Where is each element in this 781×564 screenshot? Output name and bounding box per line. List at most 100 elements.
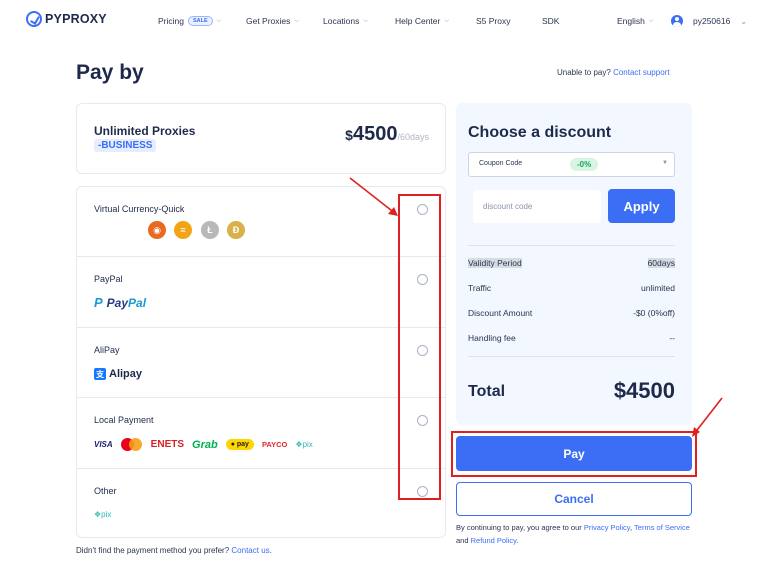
radio-column-highlight-box: [398, 194, 441, 500]
alipay-logo: 支 Alipay: [94, 368, 142, 380]
nav-item-sdk[interactable]: SDK: [542, 16, 559, 26]
grab-logo: Grab: [192, 438, 218, 451]
method-label: Local Payment: [94, 415, 154, 425]
pay-button-highlight-box: [451, 431, 697, 477]
enets-logo: ENETS: [150, 439, 185, 450]
nav-item-get-proxies[interactable]: Get Proxies ⌵: [246, 16, 299, 26]
nav-item-label: Get Proxies: [246, 16, 291, 26]
local-payment-logos: VISA ENETS Grab ● pay PAYCO ❖pix: [94, 438, 313, 451]
help-note-text: Didn't find the payment method you prefe…: [76, 546, 230, 555]
nav-item-label: S5 Proxy: [476, 16, 511, 26]
divider: [468, 245, 675, 246]
method-label: AliPay: [94, 345, 120, 355]
payment-method-other[interactable]: Other ❖pix: [77, 469, 445, 537]
method-label: Other: [94, 486, 117, 496]
chevron-down-icon: ⌵: [363, 17, 368, 24]
chevron-down-icon: ▼: [662, 160, 668, 166]
terms-comma: ,: [630, 523, 633, 532]
discount-panel: Choose a discount Coupon Code -0% ▼ Appl…: [456, 103, 692, 425]
chevron-down-icon: ⌄: [740, 16, 748, 26]
pix-logo: ❖pix: [295, 440, 313, 449]
payment-method-help-note: Didn't find the payment method you prefe…: [76, 546, 272, 555]
terms-prefix: By continuing to pay, you agree to our: [456, 523, 582, 532]
contact-us-link[interactable]: Contact us: [231, 546, 269, 555]
privacy-policy-link[interactable]: Privacy Policy: [584, 523, 630, 532]
chevron-down-icon: ⌵: [444, 17, 449, 24]
coupon-discount-badge: -0%: [570, 158, 599, 171]
chevron-down-icon: ⌵: [294, 17, 299, 24]
coupon-label: Coupon Code: [479, 160, 523, 167]
price-currency: $: [345, 127, 353, 143]
brand-logo[interactable]: PYPROXY: [26, 11, 107, 27]
product-summary-card: Unlimited Proxies -BUSINESS $ 4500 /60da…: [76, 103, 446, 174]
gpay-logo: ● pay: [225, 439, 254, 450]
nav-item-label: Locations: [323, 16, 360, 26]
paypal-icon: P: [94, 295, 103, 310]
annotation-arrow-line-2: [693, 397, 723, 435]
nav-item-label: SDK: [542, 16, 560, 26]
discount-amount-value: -$0 (0%off): [633, 308, 675, 318]
visa-logo: VISA: [94, 440, 113, 449]
language-label: English: [617, 16, 645, 26]
method-label: PayPal: [94, 274, 123, 284]
unable-to-pay-note: Unable to pay? Contact support: [557, 68, 670, 77]
payment-methods-list: Virtual Currency-Quick ◉ ≡ Ł Ð PayPal P …: [76, 186, 446, 538]
paypal-logo: P Pay Pal: [94, 295, 146, 310]
chevron-down-icon: ⌵: [648, 17, 654, 24]
payment-method-virtual-currency[interactable]: Virtual Currency-Quick ◉ ≡ Ł Ð: [77, 187, 445, 257]
payment-method-paypal[interactable]: PayPal P Pay Pal: [77, 257, 445, 328]
sale-badge: SALE: [187, 16, 213, 26]
discount-code-input[interactable]: [473, 190, 601, 223]
price-amount: 4500: [352, 123, 398, 145]
discount-amount-label: Discount Amount: [468, 308, 533, 318]
dogecoin-icon: Ð: [227, 221, 245, 239]
discount-title: Choose a discount: [468, 124, 612, 141]
handling-fee-value: --: [669, 333, 675, 343]
validity-period-label: Validity Period: [468, 258, 522, 268]
cancel-button[interactable]: Cancel: [456, 482, 692, 516]
product-name: Unlimited Proxies: [94, 124, 196, 138]
divider: [468, 356, 675, 357]
coupon-code-select[interactable]: Coupon Code -0% ▼: [468, 152, 675, 177]
price-period: /60days: [397, 132, 429, 142]
validity-period-value: 60days: [647, 258, 675, 268]
payco-logo: PAYCO: [261, 440, 288, 449]
nav-item-help-center[interactable]: Help Center ⌵: [395, 16, 449, 26]
contact-support-link[interactable]: Contact support: [613, 68, 669, 77]
shiba-coin-icon: ◉: [148, 221, 166, 239]
total-label: Total: [468, 383, 506, 400]
paypal-logo-text-b: Pal: [128, 295, 147, 310]
terms-notice: By continuing to pay, you agree to our P…: [456, 522, 696, 547]
product-tier-tag: -BUSINESS: [94, 139, 157, 152]
pyproxy-logo-icon: [26, 11, 42, 27]
user-menu[interactable]: py250616 ⌄: [693, 16, 747, 26]
brand-name: PYPROXY: [45, 12, 107, 26]
apply-discount-button[interactable]: Apply: [608, 189, 675, 223]
refund-policy-link[interactable]: Refund Policy: [471, 536, 517, 545]
alipay-logo-text: Alipay: [109, 368, 143, 380]
paypal-logo-text-a: Pay: [106, 295, 129, 310]
handling-fee-label: Handling fee: [468, 333, 516, 343]
nav-item-s5-proxy[interactable]: S5 Proxy: [476, 16, 511, 26]
chevron-down-icon: ⌵: [216, 17, 222, 24]
nav-item-label: Pricing: [158, 16, 184, 26]
traffic-label: Traffic: [468, 283, 492, 293]
help-note-end: .: [269, 546, 272, 555]
total-value: $4500: [613, 378, 675, 403]
terms-of-service-link[interactable]: Terms of Service: [634, 523, 690, 532]
nav-item-locations[interactable]: Locations ⌵: [323, 16, 368, 26]
litecoin-icon: Ł: [201, 221, 219, 239]
payment-method-local[interactable]: Local Payment VISA ENETS Grab ● pay PAYC…: [77, 398, 445, 469]
language-selector[interactable]: English ⌵: [617, 16, 653, 26]
nav-item-pricing[interactable]: Pricing SALE ⌵: [158, 16, 221, 26]
usdt-coin-icon: ≡: [174, 221, 192, 239]
terms-and: and: [456, 535, 469, 545]
other-payment-logos: ❖pix: [94, 510, 111, 519]
traffic-value: unlimited: [640, 283, 675, 293]
product-price: $ 4500 /60days: [345, 123, 429, 146]
user-avatar-icon[interactable]: [671, 15, 683, 27]
gpay-logo-text: pay: [236, 441, 249, 448]
username: py250616: [693, 16, 731, 26]
mastercard-icon: [120, 438, 143, 451]
payment-method-alipay[interactable]: AliPay 支 Alipay: [77, 328, 445, 398]
